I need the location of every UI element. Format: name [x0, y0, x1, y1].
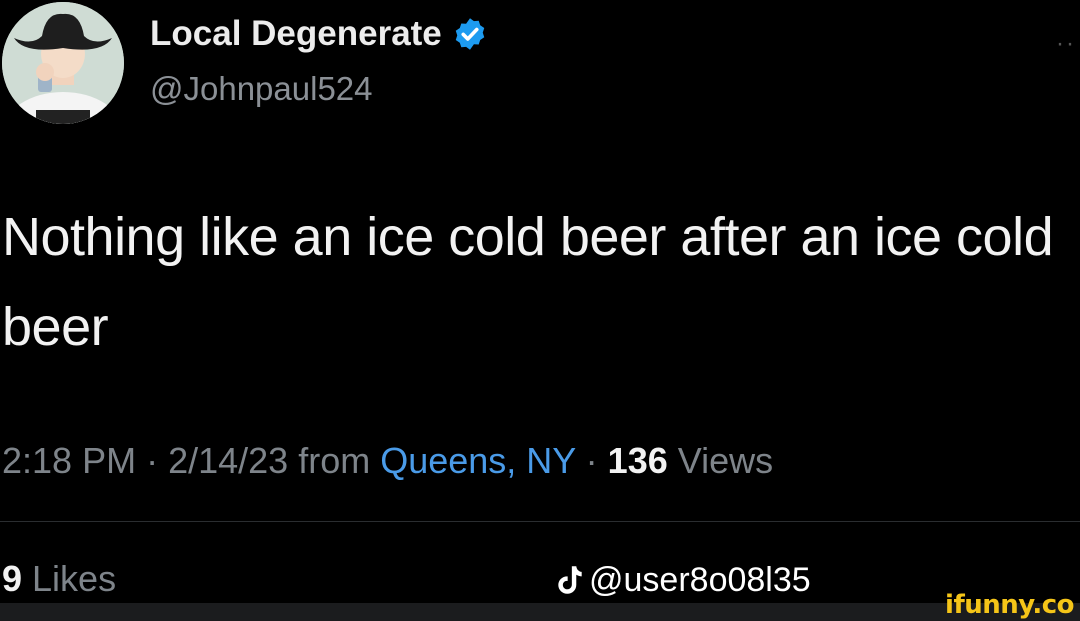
author-handle[interactable]: @Johnpaul524	[150, 70, 373, 108]
tweet-date[interactable]: 2/14/23	[168, 440, 288, 481]
verified-badge-icon	[452, 16, 488, 52]
author-display-name[interactable]: Local Degenerate	[150, 14, 442, 54]
divider	[0, 521, 1080, 522]
likes-label: Likes	[22, 558, 117, 599]
author-display-name-row[interactable]: Local Degenerate	[150, 14, 488, 54]
views-count: 136	[607, 440, 668, 481]
tiktok-icon	[558, 565, 582, 594]
tiktok-watermark: @user8o08l35	[555, 561, 811, 600]
avatar[interactable]	[2, 2, 124, 124]
separator-dot: ·	[575, 440, 608, 481]
tweet-metadata: 2:18 PM · 2/14/23 from Queens, NY · 136 …	[2, 440, 773, 482]
tweet-time[interactable]: 2:18 PM	[2, 440, 136, 481]
ifunny-footer-bar	[0, 603, 1080, 621]
tweet-location-link[interactable]: Queens, NY	[380, 440, 575, 481]
from-label: from	[288, 440, 381, 481]
tweet-text: Nothing like an ice cold beer after an i…	[2, 207, 1054, 357]
cowboy-avatar-icon	[2, 2, 124, 124]
tiktok-handle: @user8o08l35	[589, 561, 811, 599]
more-options-icon[interactable]: ··	[1056, 30, 1076, 58]
ifunny-logo: ifunny.co	[945, 590, 1074, 620]
separator-dot: ·	[136, 440, 169, 481]
likes-count: 9	[2, 558, 23, 599]
likes-stat[interactable]: 9 Likes	[2, 558, 116, 600]
views-label: Views	[667, 440, 774, 481]
